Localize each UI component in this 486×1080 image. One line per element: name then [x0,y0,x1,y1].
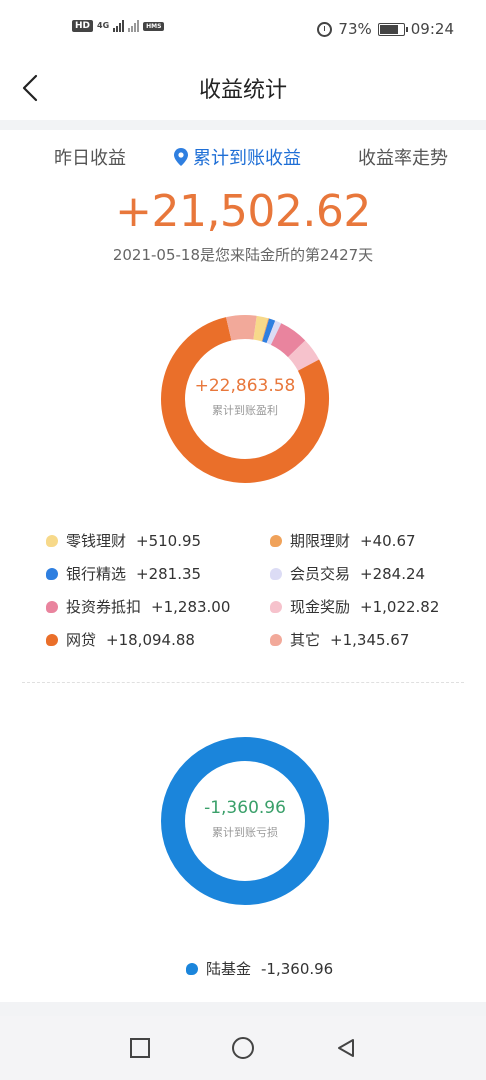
profit-donut-chart: +22,863.58 累计到账盈利 [160,314,330,484]
clock-time: 09:24 [410,20,454,38]
status-right-icons: 73% 09:24 [317,20,454,38]
legend-value: +510.95 [136,531,202,550]
section-divider [22,682,464,683]
profit-center-value: +22,863.58 [194,376,296,396]
legend-label: 投资券抵扣 [66,598,142,616]
status-left-icons: HD 4G HMS [72,20,165,32]
loss-center-label: 累计到账亏损 [212,826,278,839]
tab-cumulative-earnings[interactable]: 累计到账收益 [174,144,301,170]
legend-dot [46,633,58,646]
legend-value: +281.35 [136,564,202,583]
circle-icon [232,1037,254,1059]
battery-icon [377,22,408,36]
earnings-card: 昨日收益 累计到账收益 收益率走势 +21,502.62 2021-05-18是… [0,130,486,1002]
legend-item: 银行精选 +281.35 [46,563,201,584]
profit-center-label: 累计到账盈利 [212,404,278,417]
legend-item: 现金奖励 +1,022.82 [270,596,439,617]
loss-donut-chart: -1,360.96 累计到账亏损 [160,736,330,906]
legend-dot [46,600,58,613]
legend-item: 投资券抵扣 +1,283.00 [46,596,230,617]
signal-icon [113,20,125,32]
legend-value: +284.24 [360,564,426,583]
legend-value: +1,283.00 [151,597,231,616]
legend-value: +1,022.82 [360,597,440,616]
alarm-icon [317,21,333,37]
square-icon [130,1038,150,1058]
tab-yield-trend[interactable]: 收益率走势 [358,144,448,170]
legend-item: 网贷 +18,094.88 [46,629,195,650]
home-button[interactable] [229,1034,257,1062]
legend-item: 期限理财 +40.67 [270,530,416,551]
battery-percent: 73% [338,20,372,38]
legend-label: 陆基金 [206,960,252,978]
member-days-text: 2021-05-18是您来陆金所的第2427天 [112,246,374,264]
legend-label: 其它 [290,631,321,649]
legend-dot [270,600,282,613]
legend-value: -1,360.96 [261,959,334,978]
tab-yesterday-earnings[interactable]: 昨日收益 [54,144,126,170]
location-pin-icon [174,148,188,166]
legend-dot [270,567,282,580]
legend-label: 现金奖励 [290,598,351,616]
legend-item: 会员交易 +284.24 [270,563,425,584]
hd-badge: HD [72,20,94,32]
legend-dot [270,534,282,547]
loss-center-value: -1,360.96 [204,798,286,818]
legend-value: +40.67 [360,531,416,550]
legend-dot [186,962,198,975]
legend-dot [46,567,58,580]
legend-item: 其它 +1,345.67 [270,629,409,650]
legend-value: +18,094.88 [106,630,195,649]
system-nav-bar [0,1016,486,1080]
legend-label: 期限理财 [290,532,351,550]
legend-label: 零钱理财 [66,532,127,550]
signal-secondary-icon [128,20,140,32]
network-type-label: 4G [97,21,110,30]
legend-dot [46,534,58,547]
legend-value: +1,345.67 [330,630,410,649]
total-earnings: +21,502.62 [115,186,371,237]
hms-badge: HMS [143,21,165,31]
legend-dot [270,633,282,646]
legend-item: 零钱理财 +510.95 [46,530,201,551]
status-bar: HD 4G HMS 73% 09:24 [0,0,486,62]
legend-label: 银行精选 [66,565,127,583]
recent-apps-button[interactable] [126,1034,154,1062]
page-title: 收益统计 [198,78,287,103]
legend-label: 网贷 [66,631,97,649]
back-nav-button[interactable] [332,1034,360,1062]
tab-cumulative-earnings-label: 累计到账收益 [193,148,301,169]
app-bar: 收益统计 [0,62,486,120]
triangle-back-icon [338,1039,354,1057]
loss-legend-item: 陆基金 -1,360.96 [186,958,333,979]
tab-bar: 昨日收益 累计到账收益 收益率走势 [0,144,486,174]
legend-label: 会员交易 [290,565,351,583]
